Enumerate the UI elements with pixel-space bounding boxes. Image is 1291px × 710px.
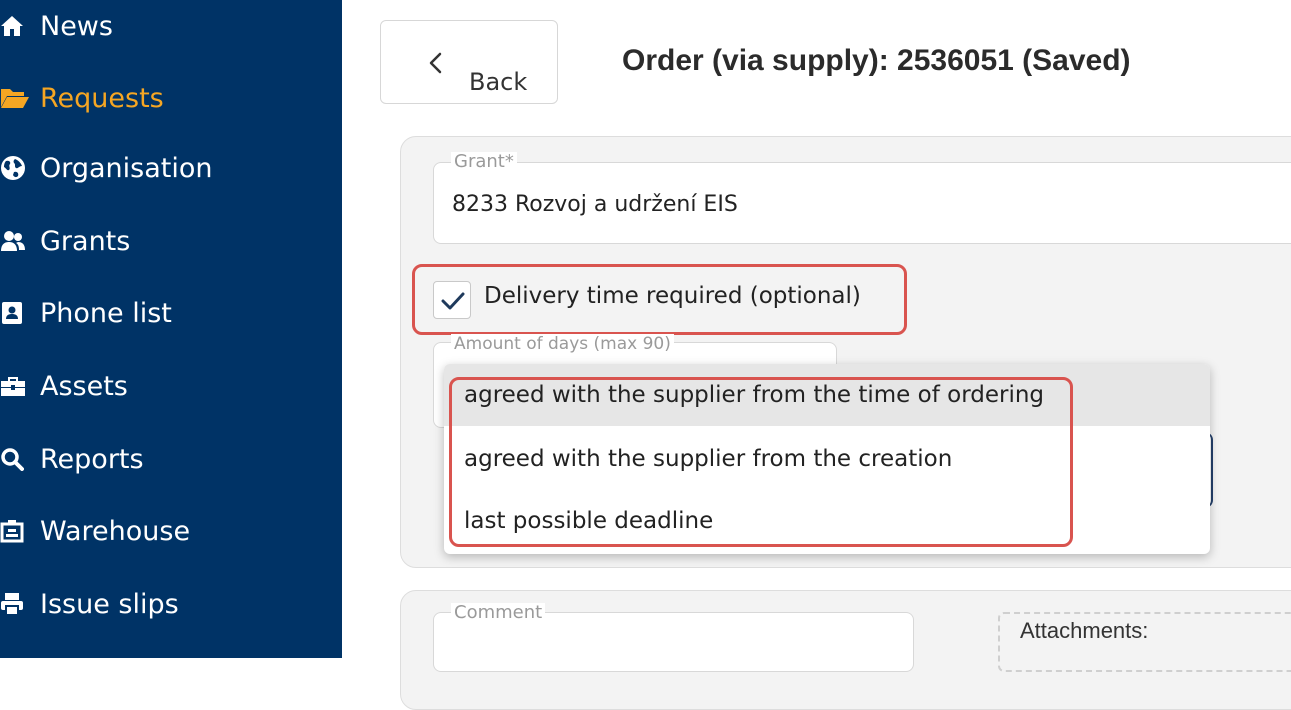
sidebar-item-label: Phone list xyxy=(40,297,172,329)
sidebar-item-label: Warehouse xyxy=(40,515,191,547)
chevron-left-icon xyxy=(427,51,443,80)
globe-icon xyxy=(0,148,40,188)
folder-open-icon xyxy=(0,78,40,118)
sidebar-item-issue-slips[interactable]: Issue slips xyxy=(0,584,179,624)
attachments-label: Attachments: xyxy=(1020,618,1149,643)
sidebar-item-label: Reports xyxy=(40,443,144,475)
delivery-time-checkbox[interactable] xyxy=(433,281,471,319)
sidebar-item-news[interactable]: News xyxy=(0,6,113,46)
sidebar-item-label: Organisation xyxy=(40,152,213,184)
grant-value: 8233 Rozvoj a udržení EIS xyxy=(452,192,738,217)
sidebar-item-requests[interactable]: Requests xyxy=(0,78,164,118)
comment-legend: Comment xyxy=(451,603,546,623)
users-icon xyxy=(0,221,40,261)
back-button-label: Back xyxy=(469,68,528,96)
days-legend: Amount of days (max 90) xyxy=(451,334,674,354)
sidebar: News Requests Organisation Grants Phone … xyxy=(0,0,342,658)
print-icon xyxy=(0,584,40,624)
sidebar-item-assets[interactable]: Assets xyxy=(0,366,128,406)
sidebar-item-phone-list[interactable]: Phone list xyxy=(0,293,172,333)
home-icon xyxy=(0,6,40,46)
sidebar-item-reports[interactable]: Reports xyxy=(0,439,144,479)
page-title: Order (via supply): 2536051 (Saved) xyxy=(622,44,1131,77)
check-icon xyxy=(441,292,465,310)
toolbox-icon xyxy=(0,366,40,406)
sidebar-item-label: News xyxy=(40,10,113,42)
sidebar-item-grants[interactable]: Grants xyxy=(0,221,130,261)
search-icon xyxy=(0,439,40,479)
warehouse-icon xyxy=(0,511,40,551)
sidebar-item-label: Grants xyxy=(40,225,131,257)
dropdown-option[interactable]: last possible deadline xyxy=(444,490,1210,552)
dropdown-option[interactable]: agreed with the supplier from the time o… xyxy=(444,364,1210,426)
sidebar-item-organisation[interactable]: Organisation xyxy=(0,148,213,188)
address-book-icon xyxy=(0,293,40,333)
grant-legend: Grant* xyxy=(451,152,517,172)
sidebar-item-label: Assets xyxy=(40,370,128,402)
dropdown-option[interactable]: agreed with the supplier from the creati… xyxy=(444,428,1210,490)
sidebar-item-label: Requests xyxy=(40,82,164,114)
back-button[interactable]: Back xyxy=(380,20,558,104)
delivery-time-label: Delivery time required (optional) xyxy=(484,283,861,309)
delivery-type-dropdown-menu: agreed with the supplier from the time o… xyxy=(444,364,1210,554)
sidebar-item-label: Issue slips xyxy=(40,588,179,620)
sidebar-item-warehouse[interactable]: Warehouse xyxy=(0,511,190,551)
